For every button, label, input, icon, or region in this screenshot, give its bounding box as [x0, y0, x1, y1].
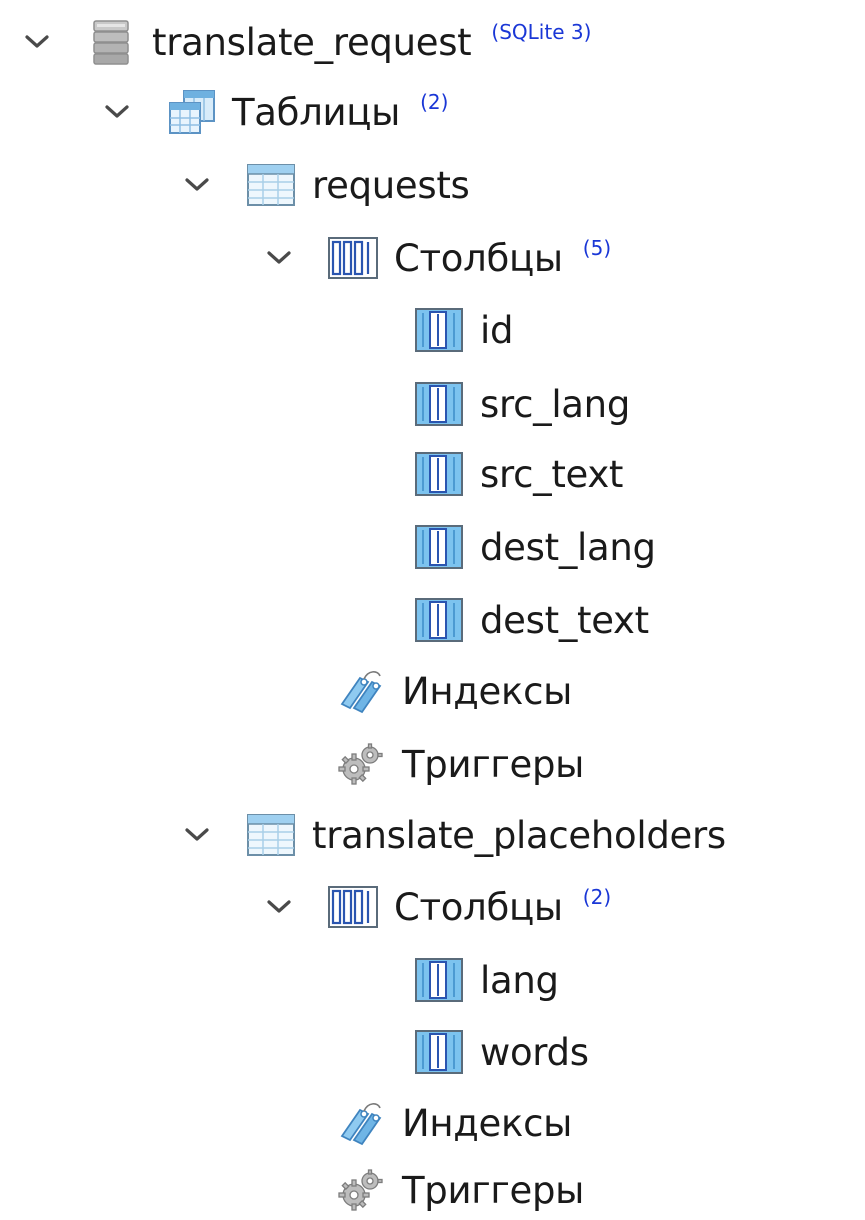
tree-node-column[interactable]: dest_text	[412, 590, 865, 650]
triggers-label: Триггеры	[402, 742, 585, 786]
column-name: src_lang	[480, 382, 631, 426]
index-icon	[334, 1098, 388, 1148]
column-icon	[412, 522, 466, 572]
columns-count-badge: (5)	[582, 236, 612, 260]
tables-group-label: Таблицы	[232, 90, 401, 134]
index-icon	[334, 666, 388, 716]
trigger-gears-icon	[334, 1165, 388, 1215]
column-icon	[412, 305, 466, 355]
table-icon	[244, 160, 298, 210]
chevron-down-icon[interactable]	[262, 246, 296, 270]
table-name: translate_placeholders	[312, 813, 726, 857]
triggers-label: Триггеры	[402, 1168, 585, 1212]
table-name: requests	[312, 163, 470, 207]
database-type-badge: (SQLite 3)	[491, 20, 592, 44]
column-icon	[412, 595, 466, 645]
tree-node-triggers[interactable]: Триггеры	[334, 1160, 865, 1220]
tree-node-database[interactable]: translate_request (SQLite 3)	[20, 12, 865, 72]
tree-node-table[interactable]: translate_placeholders	[180, 805, 865, 865]
trigger-gears-icon	[334, 739, 388, 789]
database-name: translate_request	[152, 20, 472, 64]
chevron-down-icon[interactable]	[262, 895, 296, 919]
tree-node-column[interactable]: dest_lang	[412, 517, 865, 577]
column-name: dest_text	[480, 598, 649, 642]
columns-group-label: Столбцы	[394, 885, 563, 929]
table-icon	[244, 810, 298, 860]
tree-node-table[interactable]: requests	[180, 155, 865, 215]
column-icon	[412, 379, 466, 429]
tree-node-column[interactable]: lang	[412, 950, 865, 1010]
database-tree: translate_request (SQLite 3) Таблицы (2)…	[0, 0, 865, 1215]
columns-group-icon	[326, 882, 380, 932]
tables-count-badge: (2)	[420, 90, 449, 114]
column-name: words	[480, 1030, 589, 1074]
column-name: src_text	[480, 452, 624, 496]
tree-node-indexes[interactable]: Индексы	[334, 661, 865, 721]
column-icon	[412, 1027, 466, 1077]
database-icon	[84, 17, 138, 67]
column-name: lang	[480, 958, 559, 1002]
column-name: id	[480, 308, 514, 352]
chevron-down-icon[interactable]	[20, 30, 54, 54]
indexes-label: Индексы	[402, 669, 573, 713]
tree-node-column[interactable]: words	[412, 1022, 865, 1082]
tree-node-column[interactable]: id	[412, 300, 865, 360]
tree-node-columns-group[interactable]: Столбцы (2)	[262, 877, 865, 937]
column-icon	[412, 955, 466, 1005]
column-icon	[412, 449, 466, 499]
chevron-down-icon[interactable]	[100, 100, 134, 124]
chevron-down-icon[interactable]	[180, 173, 214, 197]
indexes-label: Индексы	[402, 1101, 573, 1145]
columns-group-icon	[326, 233, 380, 283]
columns-group-label: Столбцы	[394, 236, 563, 280]
tree-node-column[interactable]: src_lang	[412, 374, 865, 434]
tables-group-icon	[164, 87, 218, 137]
tree-node-indexes[interactable]: Индексы	[334, 1093, 865, 1153]
tree-node-tables-group[interactable]: Таблицы (2)	[100, 82, 865, 142]
tree-node-column[interactable]: src_text	[412, 444, 865, 504]
column-name: dest_lang	[480, 525, 656, 569]
chevron-down-icon[interactable]	[180, 823, 214, 847]
columns-count-badge: (2)	[582, 885, 612, 909]
tree-node-triggers[interactable]: Триггеры	[334, 734, 865, 794]
tree-node-columns-group[interactable]: Столбцы (5)	[262, 228, 865, 288]
